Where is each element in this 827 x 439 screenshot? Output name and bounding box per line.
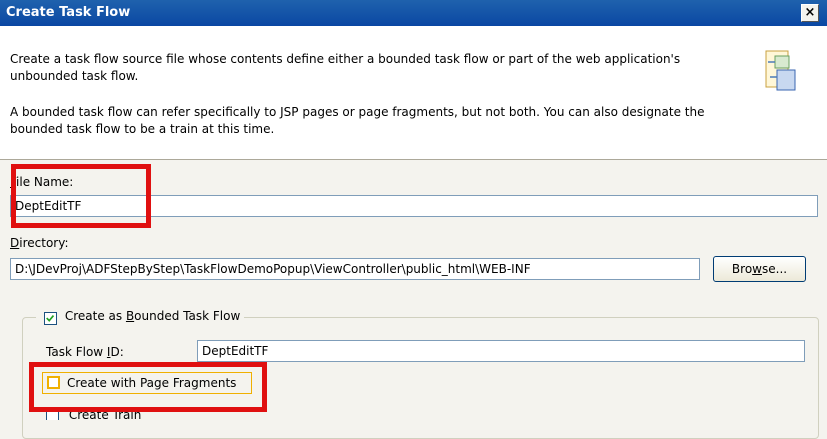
task-flow-id-label: Task Flow ID: [46,345,124,359]
browse-button[interactable]: Browse... [713,256,806,282]
description-panel: Create a task flow source file whose con… [0,26,827,160]
bounded-task-flow-checkbox[interactable] [44,312,57,325]
file-name-highlight [11,164,151,228]
directory-label: Directory: [10,236,69,250]
task-flow-wizard-icon [765,50,796,91]
task-flow-id-input[interactable]: DeptEditTF [197,340,805,362]
close-button[interactable]: × [801,4,819,22]
description-text-1: Create a task flow source file whose con… [10,52,681,83]
description-text-2: A bounded task flow can refer specifical… [10,105,705,136]
page-fragments-highlight [29,362,267,412]
bounded-task-flow-label: Create as Bounded Task Flow [64,308,241,323]
dialog-title: Create Task Flow [6,5,131,20]
directory-input[interactable]: D:\JDevProj\ADFStepByStep\TaskFlowDemoPo… [10,258,700,280]
title-bar: Create Task Flow × [0,0,827,26]
bounded-task-flow-legend: Create as Bounded Task Flow [36,308,245,326]
checkmark-icon [46,314,55,322]
close-icon: × [804,5,816,20]
